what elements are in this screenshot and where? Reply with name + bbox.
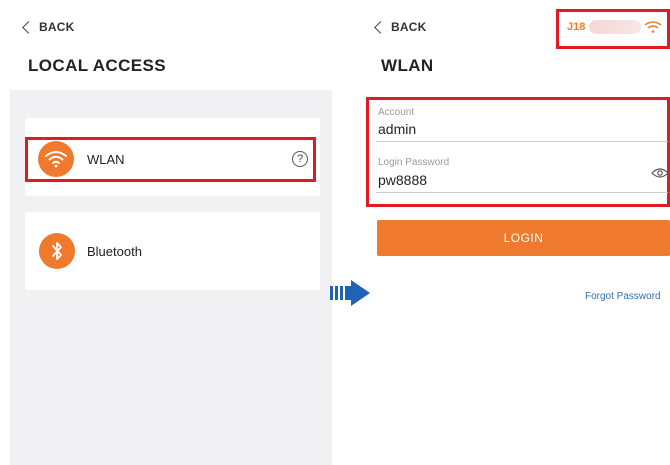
back-button-left[interactable]: BACK	[22, 20, 75, 34]
forgot-password-link[interactable]: Forgot Password	[585, 291, 661, 302]
password-input[interactable]: pw8888	[378, 172, 427, 188]
account-label: Account	[378, 107, 415, 118]
account-underline	[376, 141, 668, 142]
bluetooth-label: Bluetooth	[87, 243, 142, 259]
page-title-local-access: LOCAL ACCESS	[28, 56, 166, 75]
account-input[interactable]: admin	[378, 121, 416, 137]
left-screen-header	[0, 0, 332, 90]
transition-arrow-icon	[330, 278, 372, 313]
back-button-right[interactable]: BACK	[374, 20, 427, 34]
page-title-wlan: WLAN	[381, 56, 434, 75]
back-label: BACK	[391, 20, 427, 34]
eye-icon[interactable]	[651, 166, 669, 184]
highlight-box-wlan	[25, 137, 316, 182]
connected-ssid: J18	[567, 20, 662, 34]
password-label: Login Password	[378, 157, 450, 168]
bluetooth-icon	[39, 233, 75, 269]
ssid-redacted	[589, 20, 642, 34]
ssid-text: J18	[567, 21, 586, 33]
chevron-left-icon	[374, 20, 387, 34]
bluetooth-item[interactable]: Bluetooth	[25, 212, 320, 290]
back-label: BACK	[39, 20, 75, 34]
chevron-left-icon	[22, 20, 35, 34]
password-underline	[376, 192, 668, 193]
wifi-status-icon	[644, 21, 662, 33]
login-button[interactable]: LOGIN	[377, 220, 670, 256]
